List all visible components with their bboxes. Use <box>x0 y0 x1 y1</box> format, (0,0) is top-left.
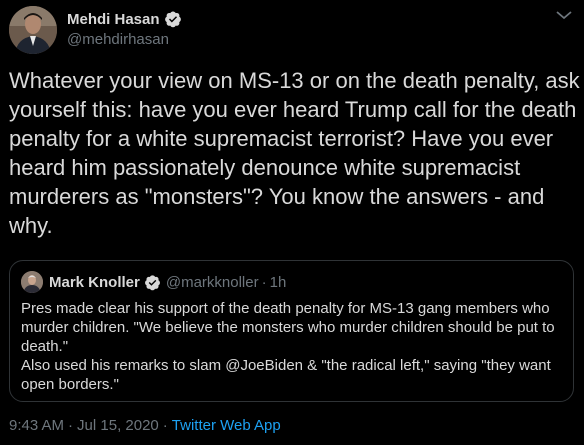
author-avatar[interactable] <box>9 6 57 54</box>
verified-badge-icon <box>164 10 182 28</box>
tweet-meta: 9:43 AM · Jul 15, 2020 · Twitter Web App <box>9 417 281 434</box>
source-app-link[interactable]: Twitter Web App <box>172 417 281 434</box>
author-name-row: Mehdi Hasan <box>67 9 182 29</box>
quoted-tweet[interactable]: Mark Knoller @markknoller · 1h Pres made… <box>9 260 574 402</box>
quoted-author-name: Mark Knoller <box>49 273 140 291</box>
author-name[interactable]: Mehdi Hasan <box>67 11 160 28</box>
chevron-down-icon[interactable] <box>554 10 574 20</box>
quoted-timestamp: 1h <box>269 273 287 291</box>
tweet-date[interactable]: Jul 15, 2020 <box>77 417 159 434</box>
meta-separator: · <box>68 417 74 434</box>
tweet: Mehdi Hasan @mehdirhasan Whatever your v… <box>0 0 584 445</box>
tweet-text: Whatever your view on MS-13 or on the de… <box>9 68 580 238</box>
quoted-author-avatar <box>21 271 43 293</box>
tweet-time[interactable]: 9:43 AM <box>9 417 64 434</box>
author-handle[interactable]: @mehdirhasan <box>67 31 169 48</box>
meta-separator: · <box>162 417 168 434</box>
quoted-separator: · <box>261 273 267 291</box>
quoted-tweet-text: Pres made clear his support of the death… <box>21 300 555 393</box>
quoted-tweet-header: Mark Knoller @markknoller · 1h <box>21 271 287 293</box>
verified-badge-icon <box>144 274 161 291</box>
quoted-author-handle: @markknoller <box>165 273 259 291</box>
